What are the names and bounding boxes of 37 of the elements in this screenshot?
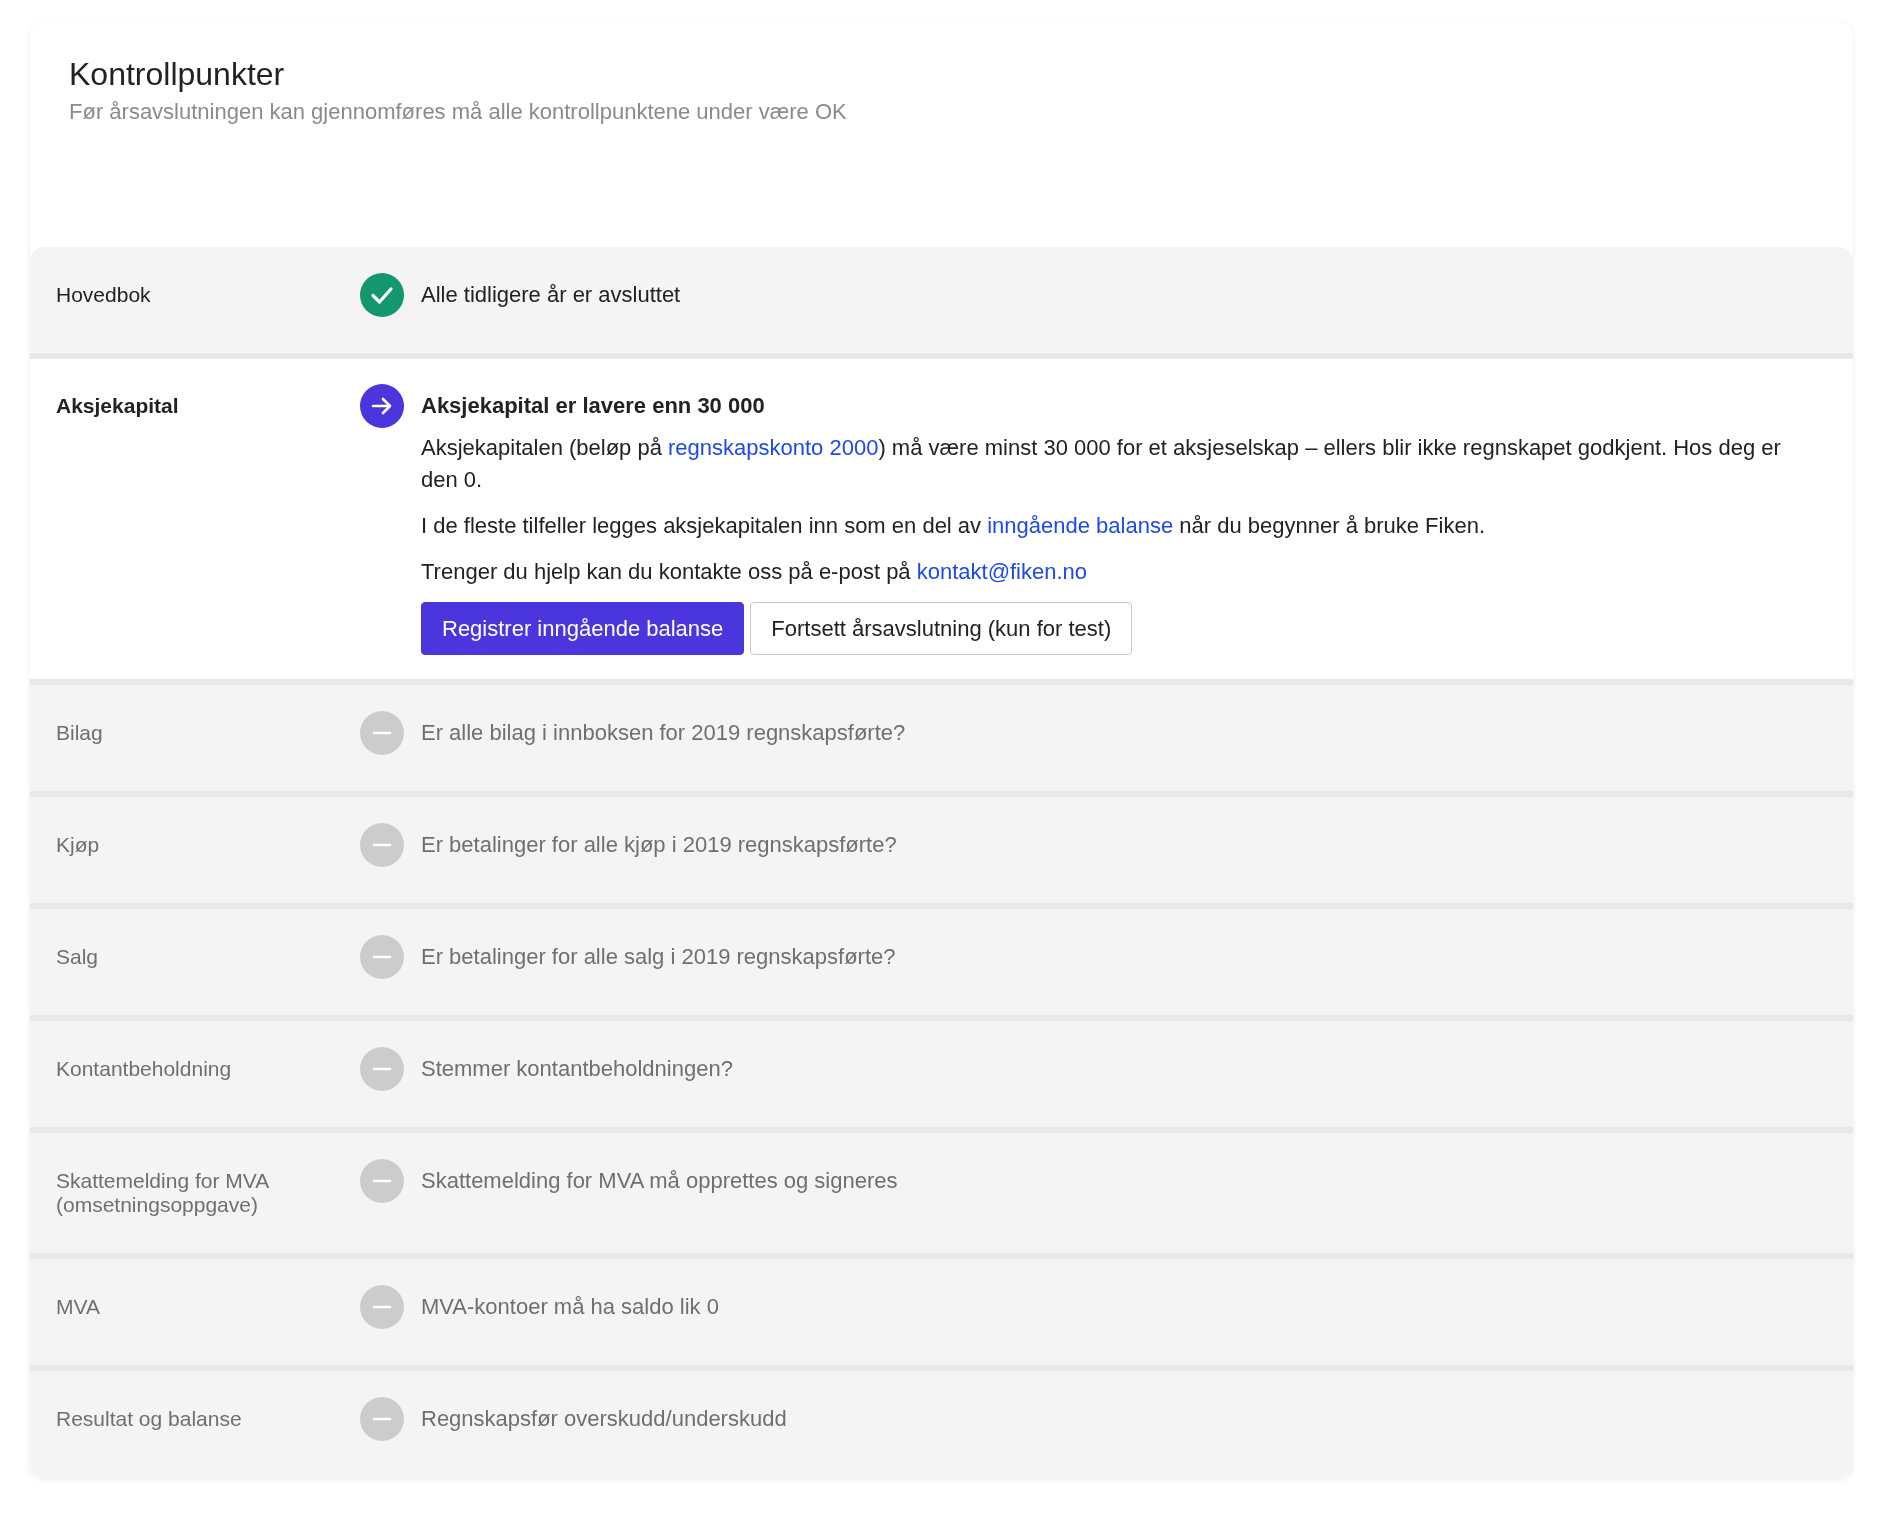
checkpoint-message: Er alle bilag i innboksen for 2019 regnskapsførte? bbox=[421, 719, 907, 745]
minus-icon bbox=[360, 1285, 404, 1329]
minus-icon bbox=[360, 1397, 404, 1441]
info-paragraph: Trenger du hjelp kan du kontakte oss på e-post på kontakt@fiken.no bbox=[421, 558, 1089, 586]
checkpoint-message: Regnskapsfør overskudd/underskudd bbox=[421, 1405, 788, 1431]
check-icon bbox=[360, 273, 404, 317]
minus-icon bbox=[360, 1047, 404, 1091]
checkpoint-label: Resultat og balanse bbox=[55, 1406, 243, 1431]
checkpoint-label: Hovedbok bbox=[55, 282, 152, 307]
action-button[interactable]: Registrer inngående balanse bbox=[421, 602, 745, 655]
text-link[interactable]: kontakt@fiken.no bbox=[916, 559, 1088, 584]
text-link[interactable]: inngående balanse bbox=[987, 513, 1174, 538]
checkpoint-message: Er betalinger for alle salg i 2019 regnskapsførte? bbox=[421, 943, 897, 969]
minus-icon bbox=[360, 1159, 404, 1203]
checkpoint-label: Kjøp bbox=[55, 832, 101, 857]
checkpoint-message: Aksjekapital er lavere enn 30 000 bbox=[421, 392, 766, 418]
minus-icon bbox=[360, 711, 404, 755]
checkpoint-label: Bilag bbox=[55, 720, 104, 745]
arrow-right-icon bbox=[360, 384, 404, 428]
page-subtitle: Før årsavslutningen kan gjennomføres må alle kontrollpunktene under være OK bbox=[69, 99, 848, 125]
text-link[interactable]: regnskapskonto 2000 bbox=[668, 435, 879, 460]
checkpoint-label: Skattemelding for MVA (omsetningsoppgave) bbox=[55, 1168, 270, 1217]
checkpoint-label: MVA bbox=[55, 1294, 101, 1319]
info-paragraph: I de fleste tilfeller legges aksjekapitalen inn som en del av inngående balanse når du begynner å bruke Fiken. bbox=[421, 512, 1487, 540]
action-button[interactable]: Fortsett årsavslutning (kun for test) bbox=[750, 602, 1133, 655]
checkpoint-message: MVA-kontoer må ha saldo lik 0 bbox=[421, 1293, 720, 1319]
checkpoint-message: Er betalinger for alle kjøp i 2019 regnskapsførte? bbox=[421, 831, 898, 857]
checkpoint-message: Skattemelding for MVA må opprettes og signeres bbox=[421, 1167, 899, 1193]
checkpoint-message: Alle tidligere år er avsluttet bbox=[421, 281, 682, 307]
checkpoint-message: Stemmer kontantbeholdningen? bbox=[421, 1055, 734, 1081]
page-title: Kontrollpunkter bbox=[69, 56, 286, 93]
minus-icon bbox=[360, 935, 404, 979]
checkpoint-label: Kontantbeholdning bbox=[55, 1056, 233, 1081]
minus-icon bbox=[360, 823, 404, 867]
checkpoint-label: Salg bbox=[55, 944, 100, 969]
checkpoint-label: Aksjekapital bbox=[55, 393, 180, 418]
info-paragraph: Aksjekapitalen (beløp på regnskapskonto 2000) må være minst 30 000 for et aksjeselskap – ellers blir ikke regnskapet godkjent. Hos deg er den 0. bbox=[421, 434, 1782, 494]
